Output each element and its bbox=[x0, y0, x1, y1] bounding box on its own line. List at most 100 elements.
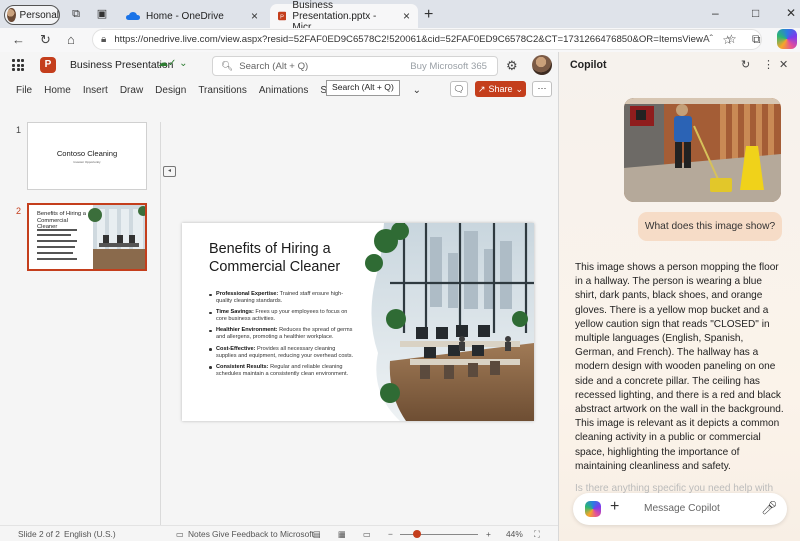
zoom-in-icon[interactable]: + bbox=[486, 529, 491, 539]
normal-view-icon[interactable]: ▤ bbox=[313, 529, 321, 539]
refresh-icon[interactable]: ↻ bbox=[40, 32, 51, 48]
microphone-icon[interactable]: 🎤︎ bbox=[761, 500, 778, 516]
slide-thumbnail-2[interactable]: Benefits of Hiring a Commercial Cleaner bbox=[27, 203, 147, 271]
close-icon[interactable]: ✕ bbox=[779, 58, 788, 71]
share-icon: ↗ bbox=[477, 83, 486, 94]
share-label: Share bbox=[488, 84, 513, 94]
favorites-icon[interactable]: ☆ bbox=[726, 32, 737, 46]
new-tab-icon[interactable]: + bbox=[424, 6, 433, 24]
language-indicator[interactable]: English (U.S.) bbox=[64, 529, 116, 539]
url-text: https://onedrive.live.com/view.aspx?resi… bbox=[114, 34, 703, 45]
minimize-icon[interactable]: – bbox=[712, 6, 719, 20]
thumbnail-text-line bbox=[37, 240, 77, 242]
search-tooltip: Search (Alt + Q) bbox=[326, 80, 400, 96]
copilot-sidebar: Copilot ↻ ⋮ ✕ What does this image show?… bbox=[558, 52, 800, 541]
thumbnail-text-line bbox=[37, 258, 77, 260]
workspaces-icon[interactable]: ⧉ bbox=[70, 8, 82, 20]
thumbnail-number: 1 bbox=[16, 125, 22, 135]
home-icon[interactable]: ⌂ bbox=[67, 32, 75, 47]
add-attachment-icon[interactable]: + bbox=[610, 498, 619, 516]
back-icon[interactable]: ← bbox=[12, 32, 25, 47]
uploaded-image[interactable] bbox=[624, 98, 781, 202]
status-bar: Slide 2 of 2 English (U.S.) ▭ Notes Give… bbox=[0, 525, 558, 541]
tab-close-icon[interactable]: × bbox=[403, 9, 410, 23]
close-window-icon[interactable]: ✕ bbox=[786, 6, 796, 20]
tab-close-icon[interactable]: × bbox=[251, 9, 258, 23]
collapse-pane-icon[interactable]: ◂ bbox=[163, 166, 176, 177]
zoom-slider[interactable] bbox=[400, 534, 478, 535]
bullet-label: Consistent Results: bbox=[216, 363, 269, 370]
user-message: What does this image show? bbox=[638, 212, 782, 241]
profile-avatar bbox=[7, 8, 16, 22]
thumbnail-text-line bbox=[37, 246, 75, 248]
bullet-item: Cost-Effective: Provides all necessary c… bbox=[209, 346, 357, 360]
more-options-icon[interactable]: ⋮ bbox=[763, 58, 774, 71]
powerpoint-logo-icon[interactable]: P bbox=[40, 57, 56, 73]
more-options-icon[interactable]: ··· bbox=[532, 81, 552, 97]
copilot-message-input[interactable]: Message Copilot bbox=[632, 497, 748, 521]
search-placeholder: Search (Alt + Q) bbox=[239, 60, 309, 72]
ribbon-tab-design[interactable]: Design bbox=[149, 85, 192, 96]
ribbon-tab-transitions[interactable]: Transitions bbox=[192, 85, 253, 96]
pane-splitter[interactable] bbox=[160, 122, 161, 526]
profile-button[interactable]: Personal bbox=[4, 5, 60, 25]
tab-onedrive[interactable]: Home - OneDrive × bbox=[118, 4, 266, 28]
collections-icon[interactable]: ⧉ bbox=[752, 32, 761, 47]
ribbon-tab-insert[interactable]: Insert bbox=[77, 85, 114, 96]
notes-button[interactable]: Notes bbox=[188, 529, 210, 539]
onedrive-icon bbox=[126, 12, 140, 20]
settings-gear-icon[interactable]: ⚙ bbox=[506, 58, 518, 74]
bullet-label: Cost-Effective: bbox=[216, 345, 256, 352]
copilot-response: This image shows a person mopping the fl… bbox=[575, 262, 784, 472]
copilot-logo-icon[interactable] bbox=[585, 501, 601, 517]
bullet-label: Time Savings: bbox=[216, 309, 254, 316]
slide-thumbnail-pane: 1 Contoso Cleaning Investor Opportunity … bbox=[0, 122, 160, 526]
slide-office-image[interactable] bbox=[360, 223, 534, 421]
slide-title[interactable]: Benefits of Hiring a Commercial Cleaner bbox=[209, 240, 369, 276]
search-icon: 🔍︎ bbox=[221, 60, 234, 72]
browser-toolbar: ← ↻ ⌂ 🔒︎ https://onedrive.live.com/view.… bbox=[0, 28, 800, 52]
vertical-tabs-icon[interactable]: ▣ bbox=[96, 8, 108, 20]
ribbon-tab-draw[interactable]: Draw bbox=[114, 85, 149, 96]
search-input[interactable]: 🔍︎ Search (Alt + Q) Buy Microsoft 365 bbox=[212, 56, 498, 76]
profile-label: Personal bbox=[19, 9, 59, 21]
tab-onedrive-title: Home - OneDrive bbox=[146, 10, 224, 22]
lock-icon: 🔒︎ bbox=[101, 34, 107, 45]
zoom-out-icon[interactable]: − bbox=[388, 529, 393, 539]
ribbon-overflow-chevron-icon[interactable]: ⌄ bbox=[407, 85, 427, 96]
share-button[interactable]: ↗ Share ⌄ bbox=[475, 81, 526, 97]
ribbon-tab-animations[interactable]: Animations bbox=[253, 85, 314, 96]
thumbnail-subtitle: Investor Opportunity bbox=[73, 160, 101, 164]
address-bar[interactable]: 🔒︎ https://onedrive.live.com/view.aspx?r… bbox=[92, 29, 762, 50]
zoom-slider-handle[interactable] bbox=[413, 530, 421, 538]
slide-count: Slide 2 of 2 bbox=[18, 529, 60, 539]
maximize-icon[interactable]: □ bbox=[752, 6, 759, 20]
slide-bullet-list[interactable]: Professional Expertise: Trained staff en… bbox=[209, 291, 357, 382]
ribbon-tabs: File Home Insert Draw Design Transitions… bbox=[0, 78, 558, 102]
presenter-view-icon[interactable]: ▭ bbox=[363, 529, 371, 539]
buy-microsoft-365-link[interactable]: Buy Microsoft 365 bbox=[410, 61, 487, 72]
thumbnail-text-line bbox=[37, 234, 71, 236]
read-aloud-icon[interactable]: Aˆ bbox=[703, 34, 713, 45]
bullet-item: Professional Expertise: Trained staff en… bbox=[209, 291, 357, 305]
slide-sorter-icon[interactable]: ▦ bbox=[338, 529, 346, 539]
copilot-toolbar-icon[interactable] bbox=[777, 29, 797, 49]
app-header: P Business Presentation ☁✓ ⌄ 🔍︎ Search (… bbox=[0, 52, 558, 78]
bullet-item: Healthier Environment: Reduces the sprea… bbox=[209, 327, 357, 341]
zoom-level[interactable]: 44% bbox=[506, 529, 523, 539]
ribbon-tab-home[interactable]: Home bbox=[38, 85, 77, 96]
notes-icon[interactable]: ▭ bbox=[176, 529, 184, 539]
comments-icon[interactable]: 🗨︎ bbox=[450, 81, 468, 97]
thumbnail-title: Benefits of Hiring a Commercial Cleaner bbox=[37, 211, 86, 231]
slide-canvas[interactable]: Benefits of Hiring a Commercial Cleaner … bbox=[182, 223, 534, 421]
feedback-link[interactable]: Give Feedback to Microsoft bbox=[212, 529, 314, 539]
app-launcher-icon[interactable] bbox=[12, 59, 24, 71]
refresh-icon[interactable]: ↻ bbox=[741, 58, 750, 71]
slide-thumbnail-1[interactable]: Contoso Cleaning Investor Opportunity bbox=[27, 122, 147, 190]
fit-to-window-icon[interactable]: ⛶ bbox=[534, 529, 540, 540]
user-avatar[interactable] bbox=[532, 55, 552, 75]
tab-presentation[interactable]: P Business Presentation.pptx - Micr × bbox=[270, 0, 418, 33]
ribbon-tab-file[interactable]: File bbox=[0, 85, 38, 96]
saved-status-icon[interactable]: ☁✓ ⌄ bbox=[158, 58, 188, 69]
thumbnail-text-line bbox=[37, 229, 77, 231]
